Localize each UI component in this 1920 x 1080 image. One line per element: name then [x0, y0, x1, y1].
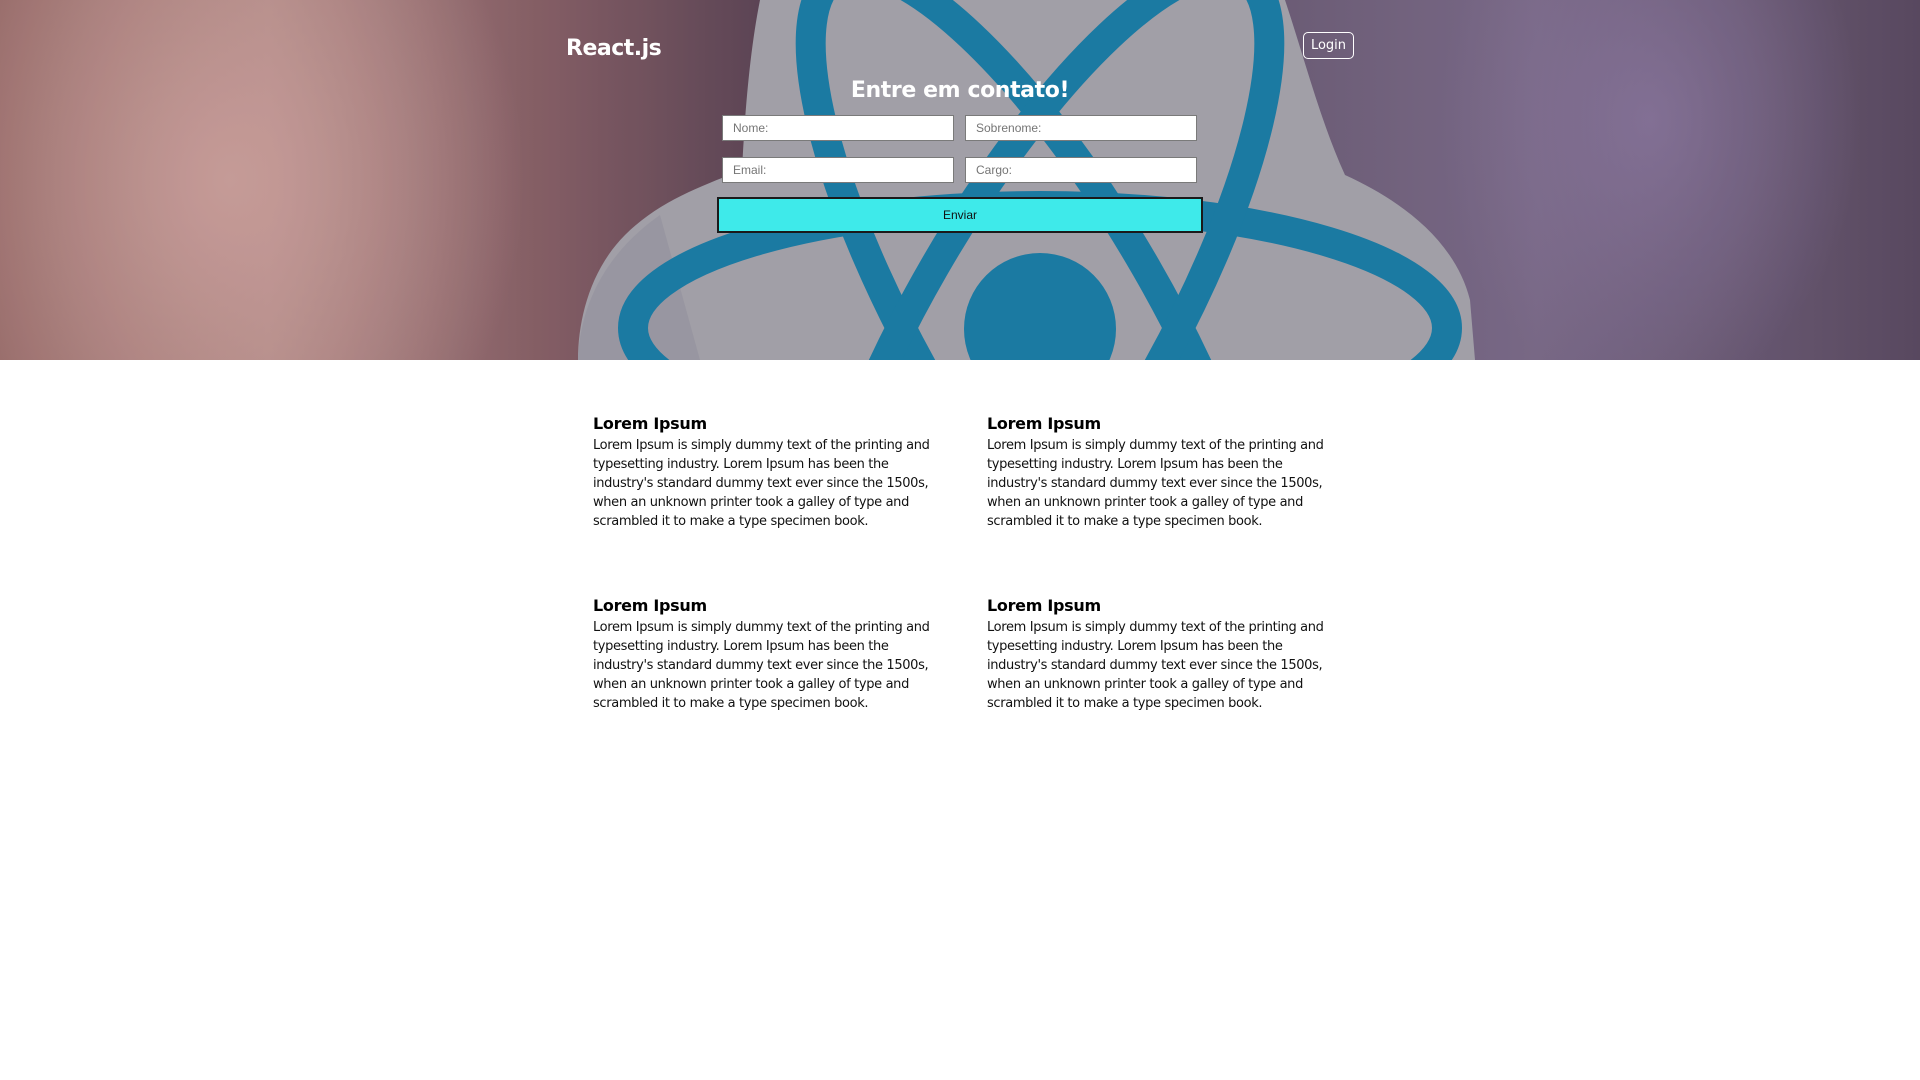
- content-card: Lorem Ipsum Lorem Ipsum is simply dummy …: [987, 596, 1333, 713]
- content-card: Lorem Ipsum Lorem Ipsum is simply dummy …: [593, 414, 939, 531]
- last-name-input[interactable]: [965, 115, 1197, 141]
- contact-form-title: Entre em contato!: [850, 78, 1070, 103]
- role-input[interactable]: [965, 157, 1197, 183]
- card-title: Lorem Ipsum: [987, 596, 1101, 615]
- content-card: Lorem Ipsum Lorem Ipsum is simply dummy …: [987, 414, 1333, 531]
- card-text: Lorem Ipsum is simply dummy text of the …: [593, 438, 930, 529]
- card-title: Lorem Ipsum: [593, 414, 707, 433]
- card-text: Lorem Ipsum is simply dummy text of the …: [987, 438, 1324, 529]
- card-title: Lorem Ipsum: [987, 414, 1101, 433]
- card-text: Lorem Ipsum is simply dummy text of the …: [593, 620, 930, 711]
- hero-banner: React.js Login Entre em contato! Enviar: [0, 0, 1920, 360]
- content-cards: Lorem Ipsum Lorem Ipsum is simply dummy …: [593, 414, 1333, 713]
- card-text: Lorem Ipsum is simply dummy text of the …: [987, 620, 1324, 711]
- react-atom-sticker-icon: [0, 0, 1920, 360]
- submit-button[interactable]: Enviar: [717, 197, 1203, 233]
- content-card: Lorem Ipsum Lorem Ipsum is simply dummy …: [593, 596, 939, 713]
- first-name-input[interactable]: [722, 115, 954, 141]
- card-title: Lorem Ipsum: [593, 596, 707, 615]
- email-input[interactable]: [722, 157, 954, 183]
- brand-logo[interactable]: React.js: [566, 36, 662, 61]
- login-button[interactable]: Login: [1303, 32, 1354, 59]
